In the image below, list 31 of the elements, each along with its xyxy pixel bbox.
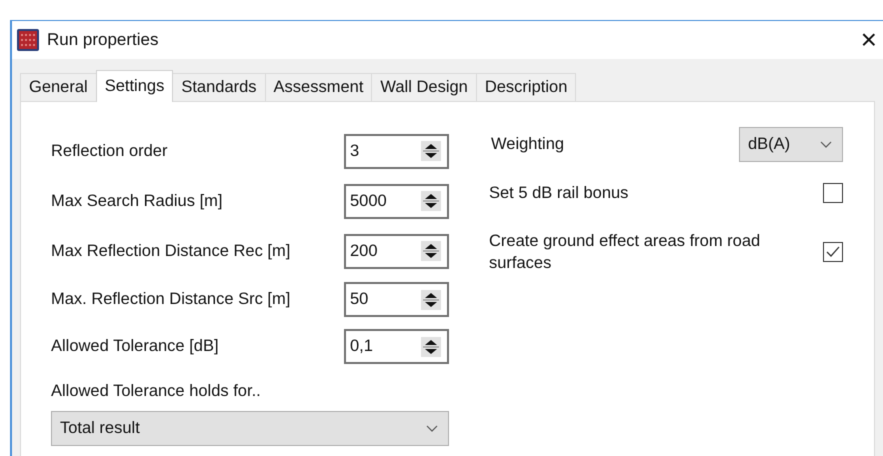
- spin-arrows-icon[interactable]: [421, 191, 441, 211]
- spin-field[interactable]: 200: [344, 234, 449, 268]
- field-label: Max. Reflection Distance Src [m]: [51, 290, 290, 309]
- spin-arrows-icon[interactable]: [421, 241, 441, 261]
- spin-field[interactable]: 3: [344, 134, 449, 168]
- spin-field[interactable]: 5000: [344, 184, 449, 218]
- spin-arrows-icon[interactable]: [421, 141, 441, 161]
- tab[interactable]: Settings: [96, 70, 174, 102]
- spin-arrows-icon[interactable]: [421, 336, 441, 356]
- tab[interactable]: Description: [476, 73, 576, 101]
- field-label: Allowed Tolerance [dB]: [51, 337, 219, 356]
- field-label: Reflection order: [51, 142, 168, 160]
- dropdown[interactable]: Total result: [51, 411, 449, 446]
- chevron-down-icon: [820, 140, 832, 148]
- chevron-down-icon: [426, 425, 438, 432]
- spin-field[interactable]: 50: [344, 282, 449, 317]
- spin-arrows-icon[interactable]: [421, 290, 441, 310]
- field-label: Max Reflection Distance Rec [m]: [51, 242, 290, 260]
- checkbox-label: Create ground effect areas from road surfaces: [489, 230, 762, 274]
- spin-field[interactable]: 0,1: [344, 329, 449, 364]
- window-title: Run properties: [47, 30, 159, 50]
- field-label: Allowed Tolerance holds for..: [51, 382, 262, 401]
- tab[interactable]: General: [20, 73, 97, 101]
- dropdown[interactable]: dB(A): [739, 126, 843, 162]
- checkbox-label: Set 5 dB rail bonus: [489, 182, 630, 204]
- close-button[interactable]: ×: [854, 26, 883, 54]
- field-label: Max Search Radius [m]: [51, 192, 222, 210]
- app-icon: [17, 29, 39, 51]
- field-label: Weighting: [491, 134, 564, 154]
- checkbox[interactable]: [823, 242, 843, 262]
- checkbox[interactable]: [823, 183, 843, 203]
